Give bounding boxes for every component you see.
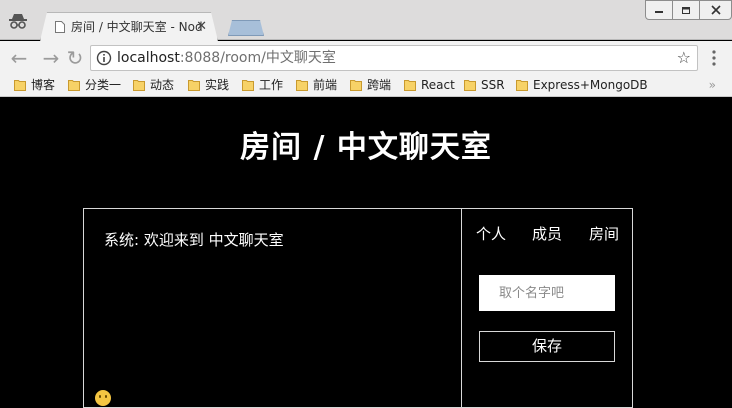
bookmark-item[interactable]: 动态 bbox=[133, 75, 174, 97]
close-icon bbox=[710, 5, 721, 15]
bookmark-item[interactable]: Express+MongoDB bbox=[516, 75, 648, 97]
bookmark-item[interactable]: 分类一 bbox=[68, 75, 121, 97]
emoji-icon[interactable] bbox=[95, 390, 111, 406]
folder-icon bbox=[188, 80, 200, 91]
tab-members[interactable]: 成员 bbox=[532, 223, 562, 244]
minimize-button[interactable] bbox=[645, 0, 673, 20]
url-text: localhost:8088/room/中文聊天室 bbox=[117, 46, 336, 70]
address-bar[interactable]: localhost:8088/room/中文聊天室 ☆ bbox=[90, 45, 698, 71]
bookmark-label: SSR bbox=[481, 78, 505, 92]
folder-icon bbox=[350, 80, 362, 91]
new-tab-button[interactable] bbox=[228, 20, 264, 36]
tab-title: 房间 / 中文聊天室 - Nod bbox=[71, 20, 203, 34]
browser-titlebar: 房间 / 中文聊天室 - Nod ✕ bbox=[0, 0, 732, 40]
bookmark-label: 前端 bbox=[313, 78, 338, 92]
bookmark-item[interactable]: 前端 bbox=[296, 75, 337, 97]
url-host: localhost bbox=[117, 50, 180, 66]
tab-close-icon[interactable]: ✕ bbox=[196, 13, 207, 41]
document-icon bbox=[55, 21, 65, 33]
browser-toolbar: ← → ↻ localhost:8088/room/中文聊天室 ☆ bbox=[0, 41, 732, 75]
reload-icon[interactable]: ↻ bbox=[64, 47, 86, 69]
menu-dots-icon[interactable] bbox=[712, 50, 716, 66]
save-button[interactable]: 保存 bbox=[479, 331, 615, 362]
tab-rooms[interactable]: 房间 bbox=[589, 223, 619, 244]
incognito-icon bbox=[9, 14, 27, 29]
bookmarks-bar: » 博客 分类一 动态 实践 工作 前端 跨端 React SSR Express+MongoDB bbox=[0, 75, 732, 97]
info-icon[interactable] bbox=[96, 50, 112, 66]
page-title: 房间 / 中文聊天室 bbox=[240, 130, 492, 165]
bookmark-label: 博客 bbox=[31, 78, 56, 92]
folder-icon bbox=[133, 80, 145, 91]
bookmark-label: 分类一 bbox=[85, 78, 122, 92]
folder-icon bbox=[68, 80, 80, 91]
folder-icon bbox=[296, 80, 308, 91]
restore-button[interactable] bbox=[672, 0, 700, 20]
bookmark-item[interactable]: 博客 bbox=[14, 75, 55, 97]
back-arrow-icon[interactable]: ← bbox=[8, 47, 30, 69]
folder-icon bbox=[516, 80, 528, 91]
name-input[interactable] bbox=[479, 275, 615, 311]
folder-icon bbox=[404, 80, 416, 91]
browser-tab-active[interactable]: 房间 / 中文聊天室 - Nod ✕ bbox=[40, 12, 218, 41]
bookmark-item[interactable]: 跨端 bbox=[350, 75, 391, 97]
bookmark-label: 跨端 bbox=[367, 78, 392, 92]
restore-icon bbox=[682, 7, 690, 14]
folder-icon bbox=[464, 80, 476, 91]
bookmark-label: 动态 bbox=[150, 78, 175, 92]
bookmark-item[interactable]: 工作 bbox=[242, 75, 283, 97]
folder-icon bbox=[242, 80, 254, 91]
bookmarks-overflow-icon[interactable]: » bbox=[709, 75, 716, 96]
message-item: 系统: 欢迎来到 中文聊天室 bbox=[104, 231, 284, 249]
url-path: :8088/room/中文聊天室 bbox=[179, 50, 336, 66]
folder-icon bbox=[14, 80, 26, 91]
side-panel: 个人 成员 房间 保存 bbox=[462, 209, 633, 407]
bookmark-label: 工作 bbox=[259, 78, 284, 92]
bookmark-label: 实践 bbox=[205, 78, 230, 92]
bookmark-label: React bbox=[421, 78, 455, 92]
bookmark-item[interactable]: 实践 bbox=[188, 75, 229, 97]
bookmark-label: Express+MongoDB bbox=[533, 78, 648, 92]
bookmark-item[interactable]: React bbox=[404, 75, 455, 97]
tab-personal[interactable]: 个人 bbox=[476, 223, 506, 244]
message-list: 系统: 欢迎来到 中文聊天室 bbox=[84, 209, 462, 407]
bookmark-item[interactable]: SSR bbox=[464, 75, 505, 97]
minimize-icon bbox=[655, 11, 663, 13]
page-content: 房间 / 中文聊天室 系统: 欢迎来到 中文聊天室 个人 成员 房间 保存 bbox=[0, 98, 732, 408]
chat-panel: 系统: 欢迎来到 中文聊天室 个人 成员 房间 保存 bbox=[83, 208, 633, 408]
bookmark-star-icon[interactable]: ☆ bbox=[677, 49, 691, 67]
window-close-button[interactable] bbox=[699, 0, 732, 20]
forward-arrow-icon[interactable]: → bbox=[40, 47, 62, 69]
